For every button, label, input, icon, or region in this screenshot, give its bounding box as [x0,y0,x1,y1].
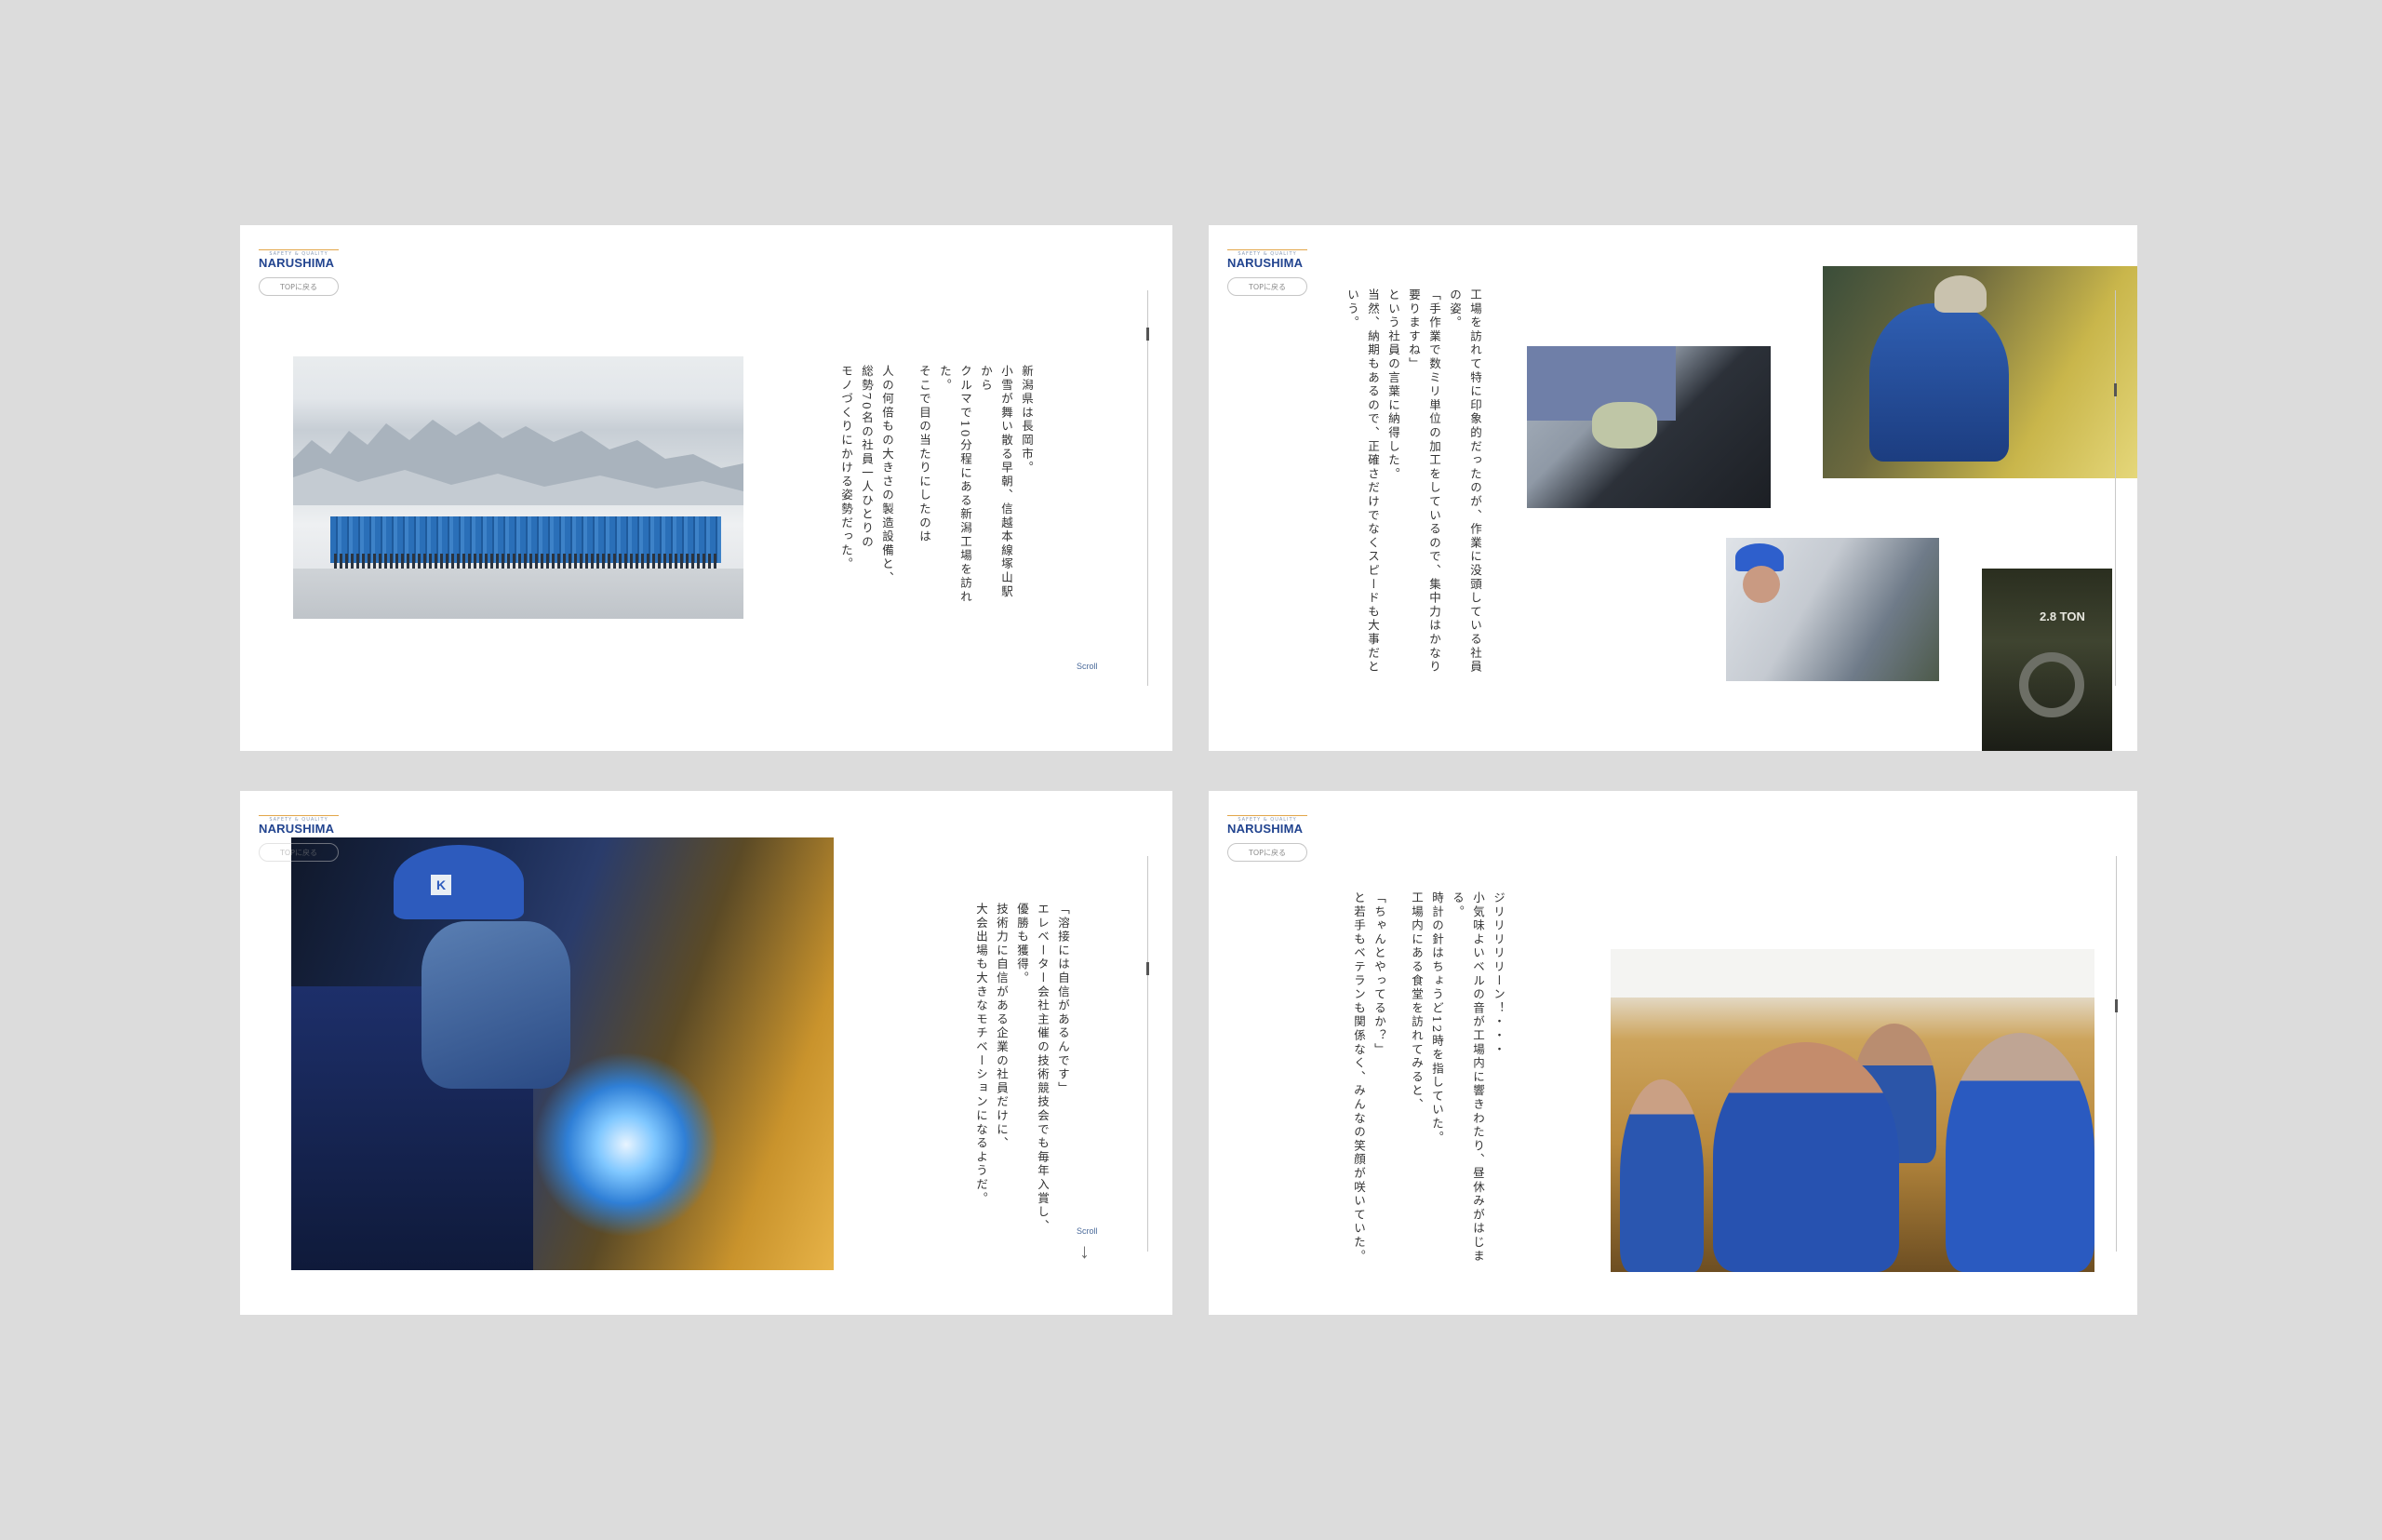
text-line: 新潟県は長岡市。 [1020,365,1034,475]
text-line: 技術力に自信がある企業の社員だけに、 [995,903,1009,1151]
hands-working-photo [1527,346,1771,508]
team-photo [293,356,743,619]
person [1713,1042,1899,1272]
text-line: 当然、納期もあるので、正確さだけでなくスピードも大事だという。 [1345,288,1380,675]
crane-hook-photo: 2.8 TON [1982,569,2112,751]
top-button[interactable]: TOPに戻る [259,277,339,296]
cap-logo: K [431,875,451,895]
logo-name: NARUSHIMA [1227,256,1304,270]
hook-ring [2019,652,2084,717]
snowy-forest [293,420,743,505]
hook-label: 2.8 TON [2040,609,2085,623]
text-line: 優勝も獲得。 [1015,903,1029,985]
text-line: 総勢70名の社員一人ひとりの [860,365,874,550]
person [1620,1079,1704,1272]
cap [394,845,524,919]
worker-body [1869,303,2009,462]
text-line: 小気味よいベルの音が工場内に響きわたり、昼休みがはじまる。 [1451,891,1485,1264]
lunch-text: ジリリリリリーン！・・・ 小気味よいベルの音が工場内に響きわたり、昼休みがはじま… [1348,891,1508,1282]
cafeteria-photo [1611,949,2094,1272]
text-line: 「手作業で数ミリ単位の加工をしているので、集中力はかなり要りますね」 [1407,288,1441,675]
text-line: 「ちゃんとやってるか？」 [1372,891,1386,1057]
text-line: クルマで10分程にある新潟工場を訪れた。 [938,365,972,605]
face [1743,566,1780,603]
scroll-track[interactable] [2115,290,2116,686]
impression-text: 工場を訪れて特に印象的だったのが、作業に没頭している社員の姿。 「手作業で数ミリ… [1325,288,1485,679]
scroll-thumb[interactable] [2115,999,2118,1012]
top-button[interactable]: TOPに戻る [1227,843,1307,862]
text-line: という社員の言葉に納得した。 [1386,288,1400,482]
slide-panel-3: SAFETY & QUALITY NARUSHIMA K TOPに戻る 「溶接に… [240,791,1172,1315]
top-button[interactable]: TOPに戻る [1227,277,1307,296]
scroll-arrow-icon[interactable]: ↓ [1079,1239,1090,1264]
top-button[interactable]: TOPに戻る [259,843,339,862]
scroll-thumb[interactable] [2114,383,2117,396]
welder-photo [1823,266,2137,478]
person [1946,1033,2094,1272]
logo-name: NARUSHIMA [259,822,335,836]
text-line: エレベーター会社主催の技術競技会でも毎年入賞し、 [1036,903,1050,1234]
snow-ground [293,569,743,619]
worker-cap-photo [1726,538,1939,681]
welding-photo: K [291,837,834,1270]
narushima-logo[interactable]: SAFETY & QUALITY NARUSHIMA [1227,815,1320,837]
welding-text: 「溶接には自信があるんです」 エレベーター会社主催の技術競技会でも毎年入賞し、 … [970,903,1073,1265]
slide-panel-4: SAFETY & QUALITY NARUSHIMA TOPに戻る ジリリリリリ… [1209,791,2137,1315]
narushima-logo[interactable]: SAFETY & QUALITY NARUSHIMA [259,249,352,272]
scroll-label[interactable]: Scroll [1077,662,1098,671]
intro-text: 新潟県は長岡市。 小雪が舞い散る早朝、信越本線塚山駅から クルマで10分程にある… [836,365,1037,607]
text-line: そこで目の当たりにしたのは [917,365,931,544]
scroll-track[interactable] [1147,290,1148,686]
slide-panel-1: SAFETY & QUALITY NARUSHIMA TOPに戻る 新潟県は長岡… [240,225,1172,751]
text-line: 時計の針はちょうど12時を指していた。 [1430,891,1444,1145]
text-line: ジリリリリリーン！・・・ [1492,891,1505,1057]
text-line: 工場内にある食堂を訪れてみると、 [1410,891,1424,1112]
text-line: 工場を訪れて特に印象的だったのが、作業に没頭している社員の姿。 [1448,288,1482,675]
text-line: 「溶接には自信があるんです」 [1056,903,1070,1096]
helmet [1934,275,1987,313]
scroll-track[interactable] [1147,856,1148,1252]
scroll-track[interactable] [2116,856,2117,1252]
welding-mask [422,921,570,1089]
glove [1592,402,1657,449]
narushima-logo[interactable]: SAFETY & QUALITY NARUSHIMA [1227,249,1320,272]
window [1611,949,2094,998]
logo-name: NARUSHIMA [1227,822,1304,836]
welding-sparks [533,1051,719,1238]
logo-name: NARUSHIMA [259,256,335,270]
scroll-label[interactable]: Scroll [1077,1226,1098,1236]
text-line: 人の何倍もの大きさの製造設備と、 [880,365,894,585]
text-line: 小雪が舞い散る早朝、信越本線塚山駅から [979,365,1013,599]
team-legs [334,554,717,569]
slide-panel-2: SAFETY & QUALITY NARUSHIMA TOPに戻る 工場を訪れて… [1209,225,2137,751]
scroll-thumb[interactable] [1146,328,1149,341]
text-line: 大会出場も大きなモチベーションになるようだ。 [974,903,988,1206]
text-line: モノづくりにかける姿勢だった。 [839,365,853,571]
text-line: と若手もベテランも関係なく、みんなの笑顔が咲いていた。 [1352,891,1366,1264]
narushima-logo[interactable]: SAFETY & QUALITY NARUSHIMA [259,815,352,837]
scroll-thumb[interactable] [1146,962,1149,975]
